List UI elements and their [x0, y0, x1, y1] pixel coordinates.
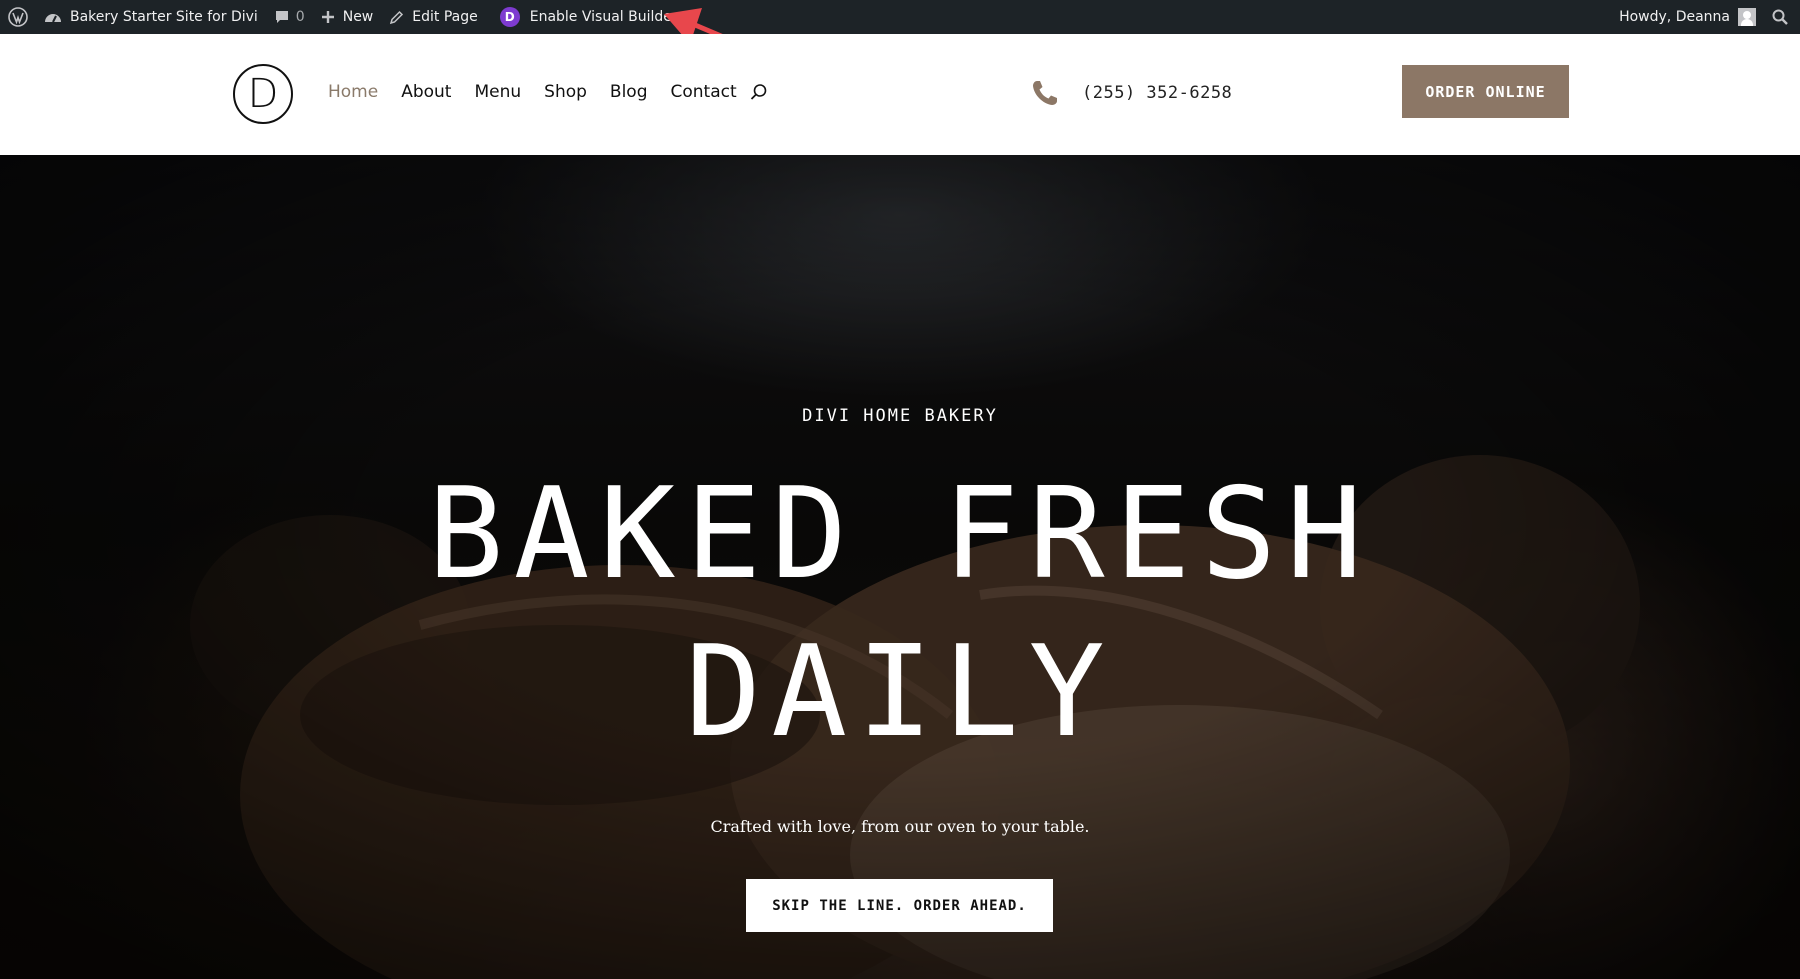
dashboard-icon [44, 9, 62, 25]
edit-page-label: Edit Page [412, 9, 478, 25]
search-icon[interactable] [750, 83, 768, 101]
hero-tagline: Crafted with love, from our oven to your… [710, 817, 1090, 836]
hero-title-line-1: BAKED FRESH [427, 460, 1373, 607]
edit-page-link[interactable]: Edit Page [381, 0, 485, 34]
visual-builder-label: Enable Visual Builder [529, 9, 678, 25]
plus-icon [321, 10, 335, 24]
comments-menu[interactable]: 0 [266, 0, 313, 34]
nav-item-contact[interactable]: Contact [671, 82, 737, 102]
site-header: D Home About Menu Shop Blog Contact (255… [0, 34, 1800, 155]
my-account-menu[interactable]: Howdy, Deanna [1611, 0, 1764, 34]
hero-eyebrow: DIVI HOME BAKERY [802, 406, 998, 426]
hero-title-line-2: DAILY [685, 618, 1115, 765]
comments-count: 0 [295, 9, 305, 25]
new-label: New [342, 9, 374, 25]
hero-section: DIVI HOME BAKERY BAKED FRESH DAILY Craft… [0, 155, 1800, 979]
order-ahead-button[interactable]: SKIP THE LINE. ORDER AHEAD. [746, 879, 1053, 932]
phone-contact: (255) 352-6258 [1030, 78, 1232, 108]
wp-admin-bar: Bakery Starter Site for Divi 0 New Edit … [0, 0, 1800, 34]
howdy-label: Howdy, Deanna [1619, 9, 1730, 25]
nav-item-home[interactable]: Home [328, 82, 378, 102]
comment-bubble-icon [274, 9, 290, 25]
nav-item-about[interactable]: About [401, 82, 451, 102]
order-online-button[interactable]: ORDER ONLINE [1402, 65, 1569, 118]
admin-search-icon[interactable] [1764, 0, 1800, 34]
divi-logo-icon: D [499, 7, 520, 27]
nav-item-menu[interactable]: Menu [474, 82, 521, 102]
site-name-menu[interactable]: Bakery Starter Site for Divi [36, 0, 266, 34]
phone-number[interactable]: (255) 352-6258 [1082, 83, 1232, 103]
nav-item-shop[interactable]: Shop [544, 82, 587, 102]
phone-icon [1033, 81, 1057, 105]
main-navigation: Home About Menu Shop Blog Contact [328, 82, 768, 102]
hero-title: BAKED FRESH DAILY [0, 455, 1800, 771]
new-content-menu[interactable]: New [313, 0, 382, 34]
nav-item-blog[interactable]: Blog [610, 82, 648, 102]
avatar [1738, 8, 1756, 26]
wordpress-logo-icon[interactable] [0, 0, 36, 34]
site-name-label: Bakery Starter Site for Divi [70, 9, 258, 25]
pencil-icon [389, 10, 404, 25]
enable-visual-builder-link[interactable]: D Enable Visual Builder [486, 0, 686, 34]
site-logo[interactable]: D [233, 64, 293, 124]
